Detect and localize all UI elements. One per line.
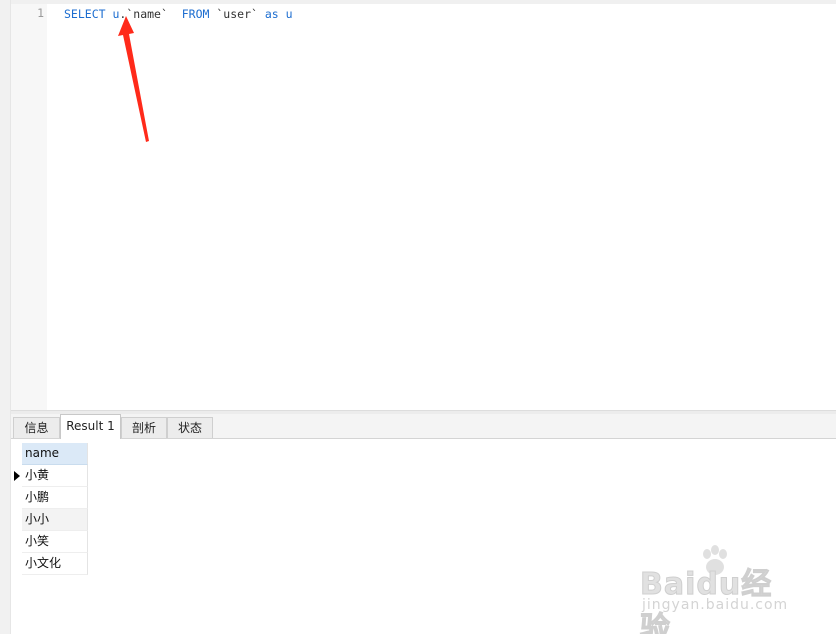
paw-icon — [703, 545, 727, 575]
code-line[interactable]: SELECT u.`name` FROM `user` as u — [64, 6, 293, 22]
row-indicator — [11, 465, 22, 487]
table-row[interactable]: 小小 — [11, 509, 91, 531]
code-token: `user` — [209, 7, 265, 21]
left-border-strip — [0, 0, 11, 634]
result-tabbar: 信息 Result 1 剖析 状态 — [11, 414, 836, 439]
grid-cell[interactable]: 小笑 — [22, 531, 88, 553]
code-token: .`name` — [119, 7, 168, 21]
code-token: FROM — [181, 7, 210, 21]
tab-result-1[interactable]: Result 1 — [60, 414, 121, 439]
line-number-gutter: 1 — [11, 4, 47, 410]
table-row[interactable]: 小黄 — [11, 465, 91, 487]
row-indicator — [11, 487, 22, 509]
code-token: as — [264, 7, 279, 21]
baidu-jingyan-watermark: Baidu经验 jingyan.baidu.com — [640, 545, 800, 634]
row-indicator — [11, 531, 22, 553]
line-number: 1 — [37, 6, 44, 20]
code-token: SELECT — [64, 7, 106, 21]
tab-status[interactable]: 状态 — [167, 417, 213, 438]
sql-editor[interactable]: 1 SELECT u.`name` FROM `user` as u — [11, 4, 836, 410]
row-indicator — [11, 553, 22, 575]
tab-info[interactable]: 信息 — [13, 417, 60, 438]
result-grid: name 小黄 小鹏 小小 小笑 小文化 — [11, 443, 91, 575]
column-header-name[interactable]: name — [22, 443, 88, 465]
row-indicator-header — [11, 443, 22, 465]
tab-profile[interactable]: 剖析 — [121, 417, 167, 438]
grid-cell[interactable]: 小黄 — [22, 465, 88, 487]
current-row-marker-icon — [14, 471, 20, 481]
sql-editor-window: 1 SELECT u.`name` FROM `user` as u 信息 Re… — [0, 0, 836, 634]
watermark-url: jingyan.baidu.com — [642, 597, 789, 613]
row-indicator — [11, 509, 22, 531]
watermark-brand: Baidu经验 — [640, 567, 773, 634]
table-row[interactable]: 小笑 — [11, 531, 91, 553]
table-row[interactable]: 小鹏 — [11, 487, 91, 509]
table-row[interactable]: 小文化 — [11, 553, 91, 575]
grid-cell[interactable]: 小鹏 — [22, 487, 88, 509]
grid-header-row: name — [11, 443, 91, 465]
grid-cell[interactable]: 小小 — [22, 509, 88, 531]
code-token: u — [278, 7, 293, 21]
grid-cell[interactable]: 小文化 — [22, 553, 88, 575]
